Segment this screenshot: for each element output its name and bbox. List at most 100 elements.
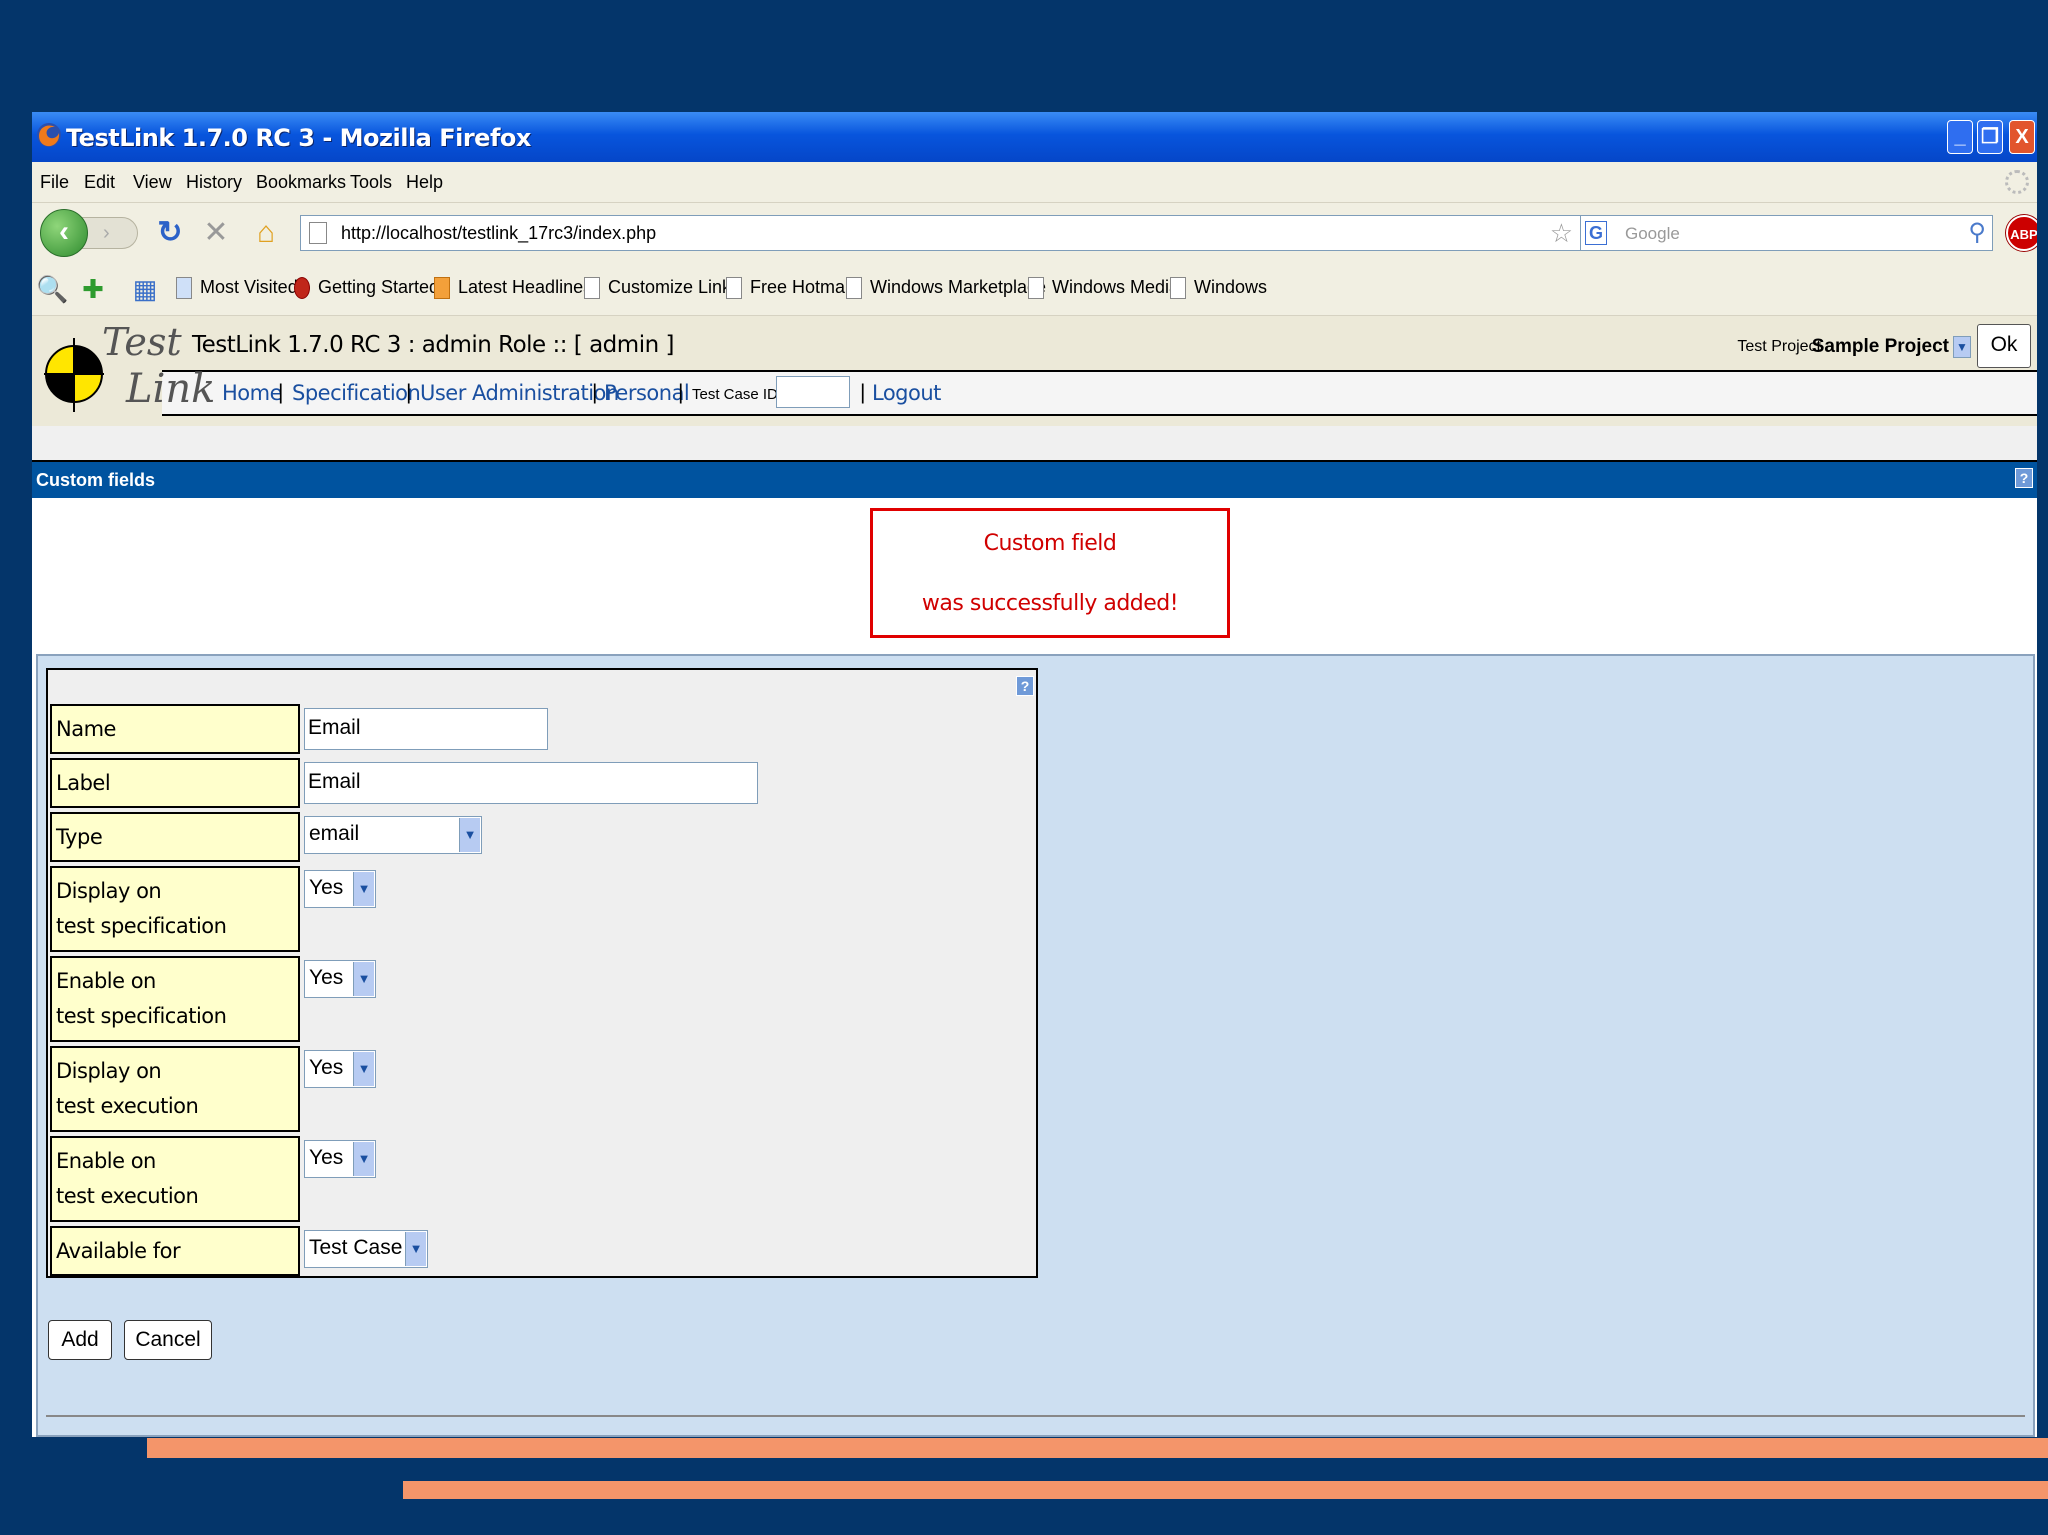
throbber-icon: [2005, 170, 2029, 194]
menu-edit[interactable]: Edit: [84, 172, 115, 193]
project-select[interactable]: Sample Project: [1812, 336, 1949, 358]
menu-tools[interactable]: Tools: [350, 172, 392, 193]
menu-separator: |: [592, 381, 598, 404]
bookmark-label: Windows Marketplace: [870, 277, 1047, 297]
url-text: http://localhost/testlink_17rc3/index.ph…: [341, 223, 657, 243]
bookmark-star-icon[interactable]: ☆: [1550, 218, 1573, 249]
label-enable-on-test-exec: Enable on test execution: [50, 1136, 300, 1222]
calendar-icon[interactable]: ▦: [130, 273, 160, 305]
stop-icon[interactable]: ✕: [200, 217, 232, 249]
type-select[interactable]: email ▼: [304, 816, 482, 854]
bookmark-label: Most Visited: [200, 277, 298, 297]
row-label-text: Available for: [56, 1239, 181, 1263]
label-input[interactable]: Email: [304, 762, 758, 804]
chevron-down-icon: ▼: [353, 962, 374, 996]
menu-view[interactable]: View: [133, 172, 172, 193]
row-label-text: test specification: [56, 914, 227, 938]
menu-bar: File Edit View History Bookmarks Tools H…: [32, 162, 2037, 203]
row-label-text: test execution: [56, 1184, 199, 1208]
bookmark-label: Windows Media: [1052, 277, 1180, 297]
bookmark-label: Free Hotmail: [750, 277, 854, 297]
minimize-button[interactable]: _: [1947, 120, 1973, 154]
adblock-icon[interactable]: ABP: [2006, 215, 2037, 251]
header-spacer: [32, 426, 2037, 460]
bookmark-latest-headlines[interactable]: Latest Headlines: [434, 277, 593, 300]
reload-icon[interactable]: ↻: [154, 217, 186, 249]
row-label-text: test specification: [56, 1004, 227, 1028]
firefox-icon: [37, 123, 61, 147]
bookmark-customize-links[interactable]: Customize Links: [584, 277, 740, 300]
add-bookmark-icon[interactable]: ✚: [78, 273, 108, 305]
label-label: Label: [50, 758, 300, 808]
select-value: Yes: [309, 1146, 344, 1169]
navigation-toolbar: › ‹ ↻ ✕ ⌂ http://localhost/testlink_17rc…: [32, 203, 2037, 263]
accent-stripe-top: [147, 1438, 2048, 1458]
chevron-down-icon[interactable]: ▼: [1953, 336, 1971, 358]
label-name: Name: [50, 704, 300, 754]
workspace-panel: ? Name Email Label Email Type email ▼ Dis…: [36, 654, 2035, 1437]
page-icon: [846, 277, 862, 300]
close-button[interactable]: X: [2009, 120, 2035, 154]
page-icon: [309, 222, 327, 244]
chevron-down-icon: ▼: [353, 872, 374, 906]
custom-field-form: ? Name Email Label Email Type email ▼ Dis…: [46, 668, 1038, 1278]
bookmark-windows-media[interactable]: Windows Media: [1028, 277, 1180, 300]
home-icon[interactable]: ⌂: [250, 217, 282, 249]
add-button[interactable]: Add: [48, 1320, 112, 1360]
menu-help[interactable]: Help: [406, 172, 443, 193]
enable-on-test-spec-select[interactable]: Yes ▼: [304, 960, 376, 998]
page-icon: [1028, 277, 1044, 300]
maximize-button[interactable]: ❐: [1977, 120, 2003, 154]
accent-stripe-bottom: [403, 1481, 2048, 1499]
page-icon: [1170, 277, 1186, 300]
search-bar[interactable]: G Google ⚲: [1580, 215, 1993, 251]
bookmark-label: Latest Headlines: [458, 277, 593, 297]
menu-history[interactable]: History: [186, 172, 242, 193]
bookmark-windows-marketplace[interactable]: Windows Marketplace: [846, 277, 1047, 300]
test-case-id-input[interactable]: [776, 376, 850, 408]
page-icon: [726, 277, 742, 300]
search-icon[interactable]: ⚲: [1968, 218, 1986, 247]
display-on-test-spec-select[interactable]: Yes ▼: [304, 870, 376, 908]
ok-button[interactable]: Ok: [1977, 324, 2031, 368]
success-message: Custom field was successfully added!: [870, 508, 1230, 638]
row-label-text: Name: [56, 717, 116, 741]
search-bookmarks-icon[interactable]: 🔍: [36, 273, 68, 305]
select-value: Test Case: [309, 1236, 403, 1259]
row-label-text: Display on: [56, 1059, 162, 1083]
forward-button[interactable]: ›: [80, 217, 138, 249]
menu-specification[interactable]: Specification: [292, 381, 421, 405]
menu-logout[interactable]: Logout: [872, 381, 941, 405]
bookmark-windows[interactable]: Windows: [1170, 277, 1267, 300]
display-on-test-exec-select[interactable]: Yes ▼: [304, 1050, 376, 1088]
label-display-on-test-spec: Display on test specification: [50, 866, 300, 952]
select-value: Yes: [309, 1056, 344, 1079]
cancel-button[interactable]: Cancel: [124, 1320, 212, 1360]
name-input[interactable]: Email: [304, 708, 548, 750]
menu-bookmarks[interactable]: Bookmarks: [256, 172, 346, 193]
page-content: Test TestLink 1.7.0 RC 3 : admin Role ::…: [32, 316, 2037, 1437]
menu-separator: |: [278, 381, 284, 404]
back-button[interactable]: ‹: [40, 209, 88, 257]
window-title: TestLink 1.7.0 RC 3 - Mozilla Firefox: [66, 124, 531, 152]
main-menu: Home | Specification | User Administrati…: [162, 370, 2037, 416]
menu-file[interactable]: File: [40, 172, 69, 193]
row-label-text: Type: [56, 825, 103, 849]
label-enable-on-test-spec: Enable on test specification: [50, 956, 300, 1042]
help-icon[interactable]: ?: [2015, 468, 2033, 488]
section-header: Custom fields ?: [32, 460, 2037, 498]
bookmark-getting-started[interactable]: Getting Started: [294, 277, 439, 300]
menu-home[interactable]: Home: [222, 381, 283, 405]
bookmark-most-visited[interactable]: Most Visited: [176, 277, 298, 300]
type-value: email: [309, 822, 360, 845]
form-help-icon[interactable]: ?: [1016, 676, 1034, 696]
available-for-select[interactable]: Test Case ▼: [304, 1230, 428, 1268]
bookmark-free-hotmail[interactable]: Free Hotmail: [726, 277, 854, 300]
bookmarks-toolbar: 🔍 ✚ ▦ Most Visited Getting Started Lates…: [32, 263, 2037, 316]
search-engine-icon[interactable]: G: [1585, 221, 1607, 245]
page-icon: [584, 277, 600, 300]
enable-on-test-exec-select[interactable]: Yes ▼: [304, 1140, 376, 1178]
url-bar[interactable]: http://localhost/testlink_17rc3/index.ph…: [300, 215, 1602, 251]
menu-personal[interactable]: Personal: [604, 381, 690, 405]
menu-user-administration[interactable]: User Administration: [420, 381, 619, 405]
